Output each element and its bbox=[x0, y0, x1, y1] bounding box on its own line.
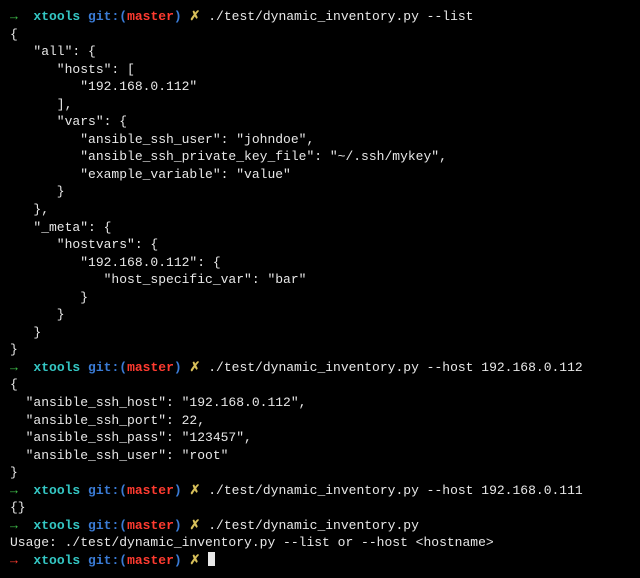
prompt-status-icon: ✗ bbox=[190, 9, 201, 24]
output-line: "all": { bbox=[10, 43, 630, 61]
output-line: } bbox=[10, 289, 630, 307]
output-line: } bbox=[10, 306, 630, 324]
output-line: } bbox=[10, 341, 630, 359]
output-line: "ansible_ssh_host": "192.168.0.112", bbox=[10, 394, 630, 412]
command-1: ./test/dynamic_inventory.py --list bbox=[208, 9, 473, 24]
output-line: } bbox=[10, 324, 630, 342]
output-line: } bbox=[10, 464, 630, 482]
prompt-lparen: ( bbox=[119, 483, 127, 498]
output-line: } bbox=[10, 183, 630, 201]
prompt-lparen: ( bbox=[119, 553, 127, 568]
prompt-status-icon: ✗ bbox=[190, 553, 201, 568]
prompt-dir: xtools bbox=[33, 553, 80, 568]
output-line: "_meta": { bbox=[10, 219, 630, 237]
prompt-arrow: → bbox=[10, 360, 18, 375]
command-2: ./test/dynamic_inventory.py --host 192.1… bbox=[208, 360, 582, 375]
output-line: { bbox=[10, 26, 630, 44]
prompt-rparen: ) bbox=[174, 553, 182, 568]
output-line: "vars": { bbox=[10, 113, 630, 131]
prompt-status-icon: ✗ bbox=[190, 360, 201, 375]
prompt-git: git: bbox=[88, 483, 119, 498]
prompt-rparen: ) bbox=[174, 483, 182, 498]
prompt-dir: xtools bbox=[33, 483, 80, 498]
output-line: "192.168.0.112" bbox=[10, 78, 630, 96]
prompt-branch: master bbox=[127, 518, 174, 533]
prompt-branch: master bbox=[127, 9, 174, 24]
prompt-line-3: → xtools git:(master) ✗ ./test/dynamic_i… bbox=[10, 482, 630, 500]
prompt-dir: xtools bbox=[33, 518, 80, 533]
prompt-status-icon: ✗ bbox=[190, 518, 201, 533]
output-line: ], bbox=[10, 96, 630, 114]
prompt-lparen: ( bbox=[119, 518, 127, 533]
prompt-lparen: ( bbox=[119, 360, 127, 375]
output-line: }, bbox=[10, 201, 630, 219]
prompt-arrow: → bbox=[10, 9, 18, 24]
output-line: "host_specific_var": "bar" bbox=[10, 271, 630, 289]
output-line: "ansible_ssh_private_key_file": "~/.ssh/… bbox=[10, 148, 630, 166]
prompt-dir: xtools bbox=[33, 360, 80, 375]
output-line: "ansible_ssh_pass": "123457", bbox=[10, 429, 630, 447]
prompt-arrow-error: → bbox=[10, 553, 18, 568]
output-line: "example_variable": "value" bbox=[10, 166, 630, 184]
prompt-branch: master bbox=[127, 483, 174, 498]
output-line: "hostvars": { bbox=[10, 236, 630, 254]
prompt-line-2: → xtools git:(master) ✗ ./test/dynamic_i… bbox=[10, 359, 630, 377]
command-3: ./test/dynamic_inventory.py --host 192.1… bbox=[208, 483, 582, 498]
prompt-branch: master bbox=[127, 360, 174, 375]
output-line: Usage: ./test/dynamic_inventory.py --lis… bbox=[10, 534, 630, 552]
prompt-git: git: bbox=[88, 553, 119, 568]
prompt-rparen: ) bbox=[174, 9, 182, 24]
prompt-line-4: → xtools git:(master) ✗ ./test/dynamic_i… bbox=[10, 517, 630, 535]
output-line: "ansible_ssh_user": "johndoe", bbox=[10, 131, 630, 149]
output-line: "ansible_ssh_user": "root" bbox=[10, 447, 630, 465]
output-line: {} bbox=[10, 499, 630, 517]
command-4: ./test/dynamic_inventory.py bbox=[208, 518, 419, 533]
prompt-git: git: bbox=[88, 518, 119, 533]
prompt-arrow: → bbox=[10, 483, 18, 498]
prompt-rparen: ) bbox=[174, 518, 182, 533]
prompt-dir: xtools bbox=[33, 9, 80, 24]
output-line: "ansible_ssh_port": 22, bbox=[10, 412, 630, 430]
prompt-arrow: → bbox=[10, 518, 18, 533]
prompt-git: git: bbox=[88, 360, 119, 375]
cursor-icon bbox=[208, 552, 215, 566]
prompt-rparen: ) bbox=[174, 360, 182, 375]
prompt-lparen: ( bbox=[119, 9, 127, 24]
prompt-line-5[interactable]: → xtools git:(master) ✗ bbox=[10, 552, 630, 570]
prompt-line-1: → xtools git:(master) ✗ ./test/dynamic_i… bbox=[10, 8, 630, 26]
prompt-status-icon: ✗ bbox=[190, 483, 201, 498]
output-line: "192.168.0.112": { bbox=[10, 254, 630, 272]
prompt-branch: master bbox=[127, 553, 174, 568]
prompt-git: git: bbox=[88, 9, 119, 24]
output-line: "hosts": [ bbox=[10, 61, 630, 79]
output-line: { bbox=[10, 376, 630, 394]
